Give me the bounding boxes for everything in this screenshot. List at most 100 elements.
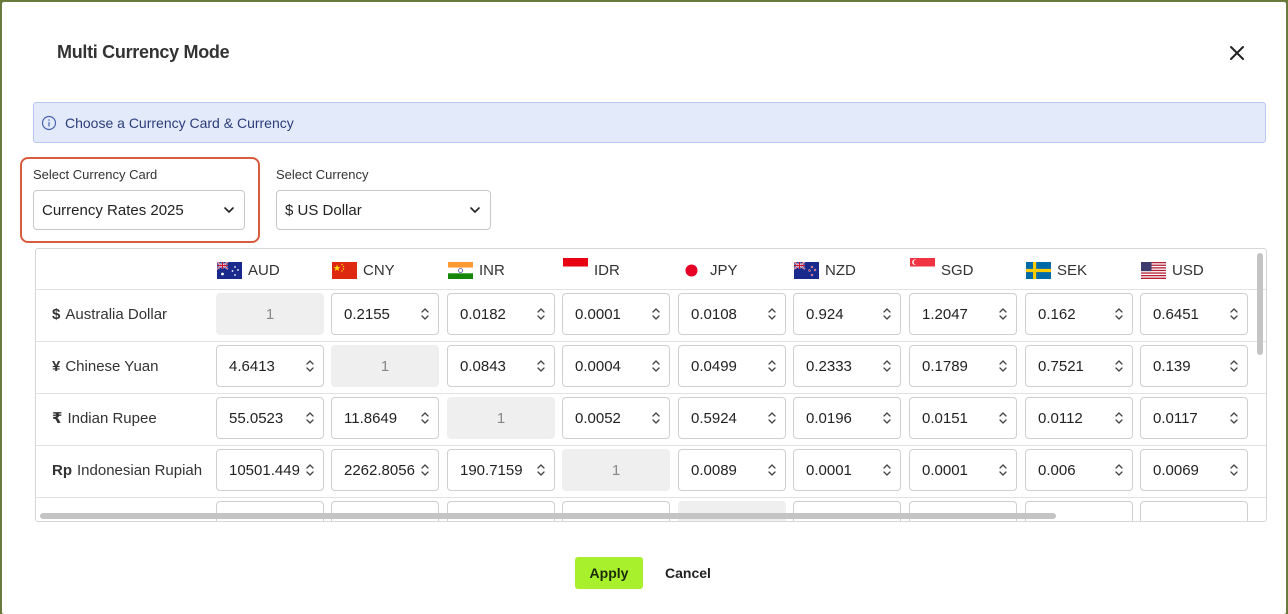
stepper-icon[interactable] xyxy=(880,461,894,479)
rate-value: 4.6413 xyxy=(229,357,275,375)
rate-input[interactable]: 11.8649 xyxy=(331,397,439,439)
currency-name: Chinese Yuan xyxy=(65,357,159,375)
stepper-icon[interactable] xyxy=(996,409,1010,427)
stepper-icon[interactable] xyxy=(880,357,894,375)
multi-currency-modal: Multi Currency Mode Choose a Currency Ca… xyxy=(2,2,1286,614)
stepper-icon[interactable] xyxy=(534,305,548,323)
stepper-icon[interactable] xyxy=(1112,409,1126,427)
stepper-icon[interactable] xyxy=(765,357,779,375)
rate-value: 0.0001 xyxy=(575,305,621,323)
rate-input[interactable]: 55.0523 xyxy=(216,397,324,439)
rate-input[interactable]: 0.0089 xyxy=(678,449,786,491)
apply-button[interactable]: Apply xyxy=(575,557,643,589)
column-header-cny: CNY xyxy=(332,259,395,281)
indonesia-flag-icon xyxy=(563,257,588,275)
currency-card-select[interactable]: Currency Rates 2025 xyxy=(33,190,245,230)
rate-input[interactable]: 0.0182 xyxy=(447,293,555,335)
stepper-icon[interactable] xyxy=(649,409,663,427)
rate-input[interactable]: 0.2155 xyxy=(331,293,439,335)
rate-input[interactable]: 0.924 xyxy=(793,293,901,335)
stepper-icon[interactable] xyxy=(418,409,432,427)
stepper-icon[interactable] xyxy=(880,409,894,427)
australia-flag-icon xyxy=(217,261,242,279)
rate-value: 0.924 xyxy=(806,305,844,323)
stepper-icon[interactable] xyxy=(765,305,779,323)
chevron-down-icon xyxy=(470,207,480,213)
rate-input[interactable]: 4.6413 xyxy=(216,345,324,387)
cancel-button[interactable]: Cancel xyxy=(654,557,722,589)
rate-input[interactable]: 0.162 xyxy=(1025,293,1133,335)
currency-select[interactable]: $ US Dollar xyxy=(276,190,491,230)
rate-value: 0.0089 xyxy=(691,461,737,479)
stepper-icon[interactable] xyxy=(1227,461,1241,479)
rate-input[interactable]: 0.0069 xyxy=(1140,449,1248,491)
stepper-icon[interactable] xyxy=(1227,409,1241,427)
currency-name: Indian Rupee xyxy=(67,409,157,427)
rate-input[interactable]: 190.7159 xyxy=(447,449,555,491)
rate-input[interactable]: 0.0001 xyxy=(793,449,901,491)
rate-input[interactable]: 0.0843 xyxy=(447,345,555,387)
rate-value: 55.0523 xyxy=(229,409,284,427)
rate-input[interactable]: 0.139 xyxy=(1140,345,1248,387)
stepper-icon[interactable] xyxy=(418,305,432,323)
rate-input[interactable]: 1.2047 xyxy=(909,293,1017,335)
rate-input[interactable]: 0.0499 xyxy=(678,345,786,387)
rate-input[interactable]: 0.0112 xyxy=(1025,397,1133,439)
stepper-icon[interactable] xyxy=(534,357,548,375)
stepper-icon[interactable] xyxy=(1112,461,1126,479)
rate-input[interactable]: 2262.8056 xyxy=(331,449,439,491)
stepper-icon[interactable] xyxy=(303,357,317,375)
stepper-icon[interactable] xyxy=(996,461,1010,479)
stepper-icon[interactable] xyxy=(996,305,1010,323)
rate-input[interactable]: 0.2333 xyxy=(793,345,901,387)
rate-input[interactable]: 0.1789 xyxy=(909,345,1017,387)
rate-value: 0.7521 xyxy=(1038,357,1084,375)
stepper-icon[interactable] xyxy=(765,461,779,479)
stepper-icon[interactable] xyxy=(303,409,317,427)
rate-input[interactable]: 0.0117 xyxy=(1140,397,1248,439)
stepper-icon[interactable] xyxy=(418,461,432,479)
usa-flag-icon xyxy=(1141,261,1166,279)
stepper-icon[interactable] xyxy=(1227,305,1241,323)
vertical-scrollbar[interactable] xyxy=(1257,253,1263,355)
rate-input[interactable]: 0.0196 xyxy=(793,397,901,439)
stepper-icon[interactable] xyxy=(1227,357,1241,375)
stepper-icon[interactable] xyxy=(996,357,1010,375)
stepper-icon[interactable] xyxy=(649,305,663,323)
rate-input[interactable]: 0.5924 xyxy=(678,397,786,439)
rate-input[interactable]: 0.006 xyxy=(1025,449,1133,491)
stepper-icon[interactable] xyxy=(303,461,317,479)
rate-value: 0.6451 xyxy=(1153,305,1199,323)
rate-value: 0.162 xyxy=(1038,305,1076,323)
currency-symbol: $ xyxy=(52,305,61,323)
rate-input[interactable] xyxy=(1140,501,1248,521)
rate-input[interactable]: 0.6451 xyxy=(1140,293,1248,335)
rate-input[interactable]: 0.0052 xyxy=(562,397,670,439)
column-header-usd: USD xyxy=(1141,259,1204,281)
rate-input[interactable]: 0.0001 xyxy=(909,449,1017,491)
horizontal-scrollbar[interactable] xyxy=(40,513,1056,519)
modal-title: Multi Currency Mode xyxy=(57,42,230,62)
rate-input[interactable]: 0.0001 xyxy=(562,293,670,335)
rate-input[interactable]: 0.7521 xyxy=(1025,345,1133,387)
rate-input[interactable]: 0.0151 xyxy=(909,397,1017,439)
currency-card-label: Select Currency Card xyxy=(33,167,158,182)
rate-input[interactable]: 0.0108 xyxy=(678,293,786,335)
stepper-icon[interactable] xyxy=(1112,305,1126,323)
stepper-icon[interactable] xyxy=(765,409,779,427)
rate-input[interactable]: 10501.449 xyxy=(216,449,324,491)
row-label: $ Australia Dollar xyxy=(52,304,167,324)
column-header-sek: SEK xyxy=(1026,259,1087,281)
close-icon[interactable] xyxy=(1224,40,1250,66)
stepper-icon[interactable] xyxy=(649,357,663,375)
stepper-icon[interactable] xyxy=(1112,357,1126,375)
rate-value: 0.0499 xyxy=(691,357,737,375)
stepper-icon[interactable] xyxy=(534,461,548,479)
column-header-nzd: NZD xyxy=(794,259,856,281)
stepper-icon[interactable] xyxy=(880,305,894,323)
rate-input[interactable]: 0.0004 xyxy=(562,345,670,387)
info-banner: Choose a Currency Card & Currency xyxy=(33,102,1266,143)
india-flag-icon xyxy=(448,261,473,279)
row-label: Rp Indonesian Rupiah xyxy=(52,460,202,480)
column-header-jpy: JPY xyxy=(679,259,738,281)
